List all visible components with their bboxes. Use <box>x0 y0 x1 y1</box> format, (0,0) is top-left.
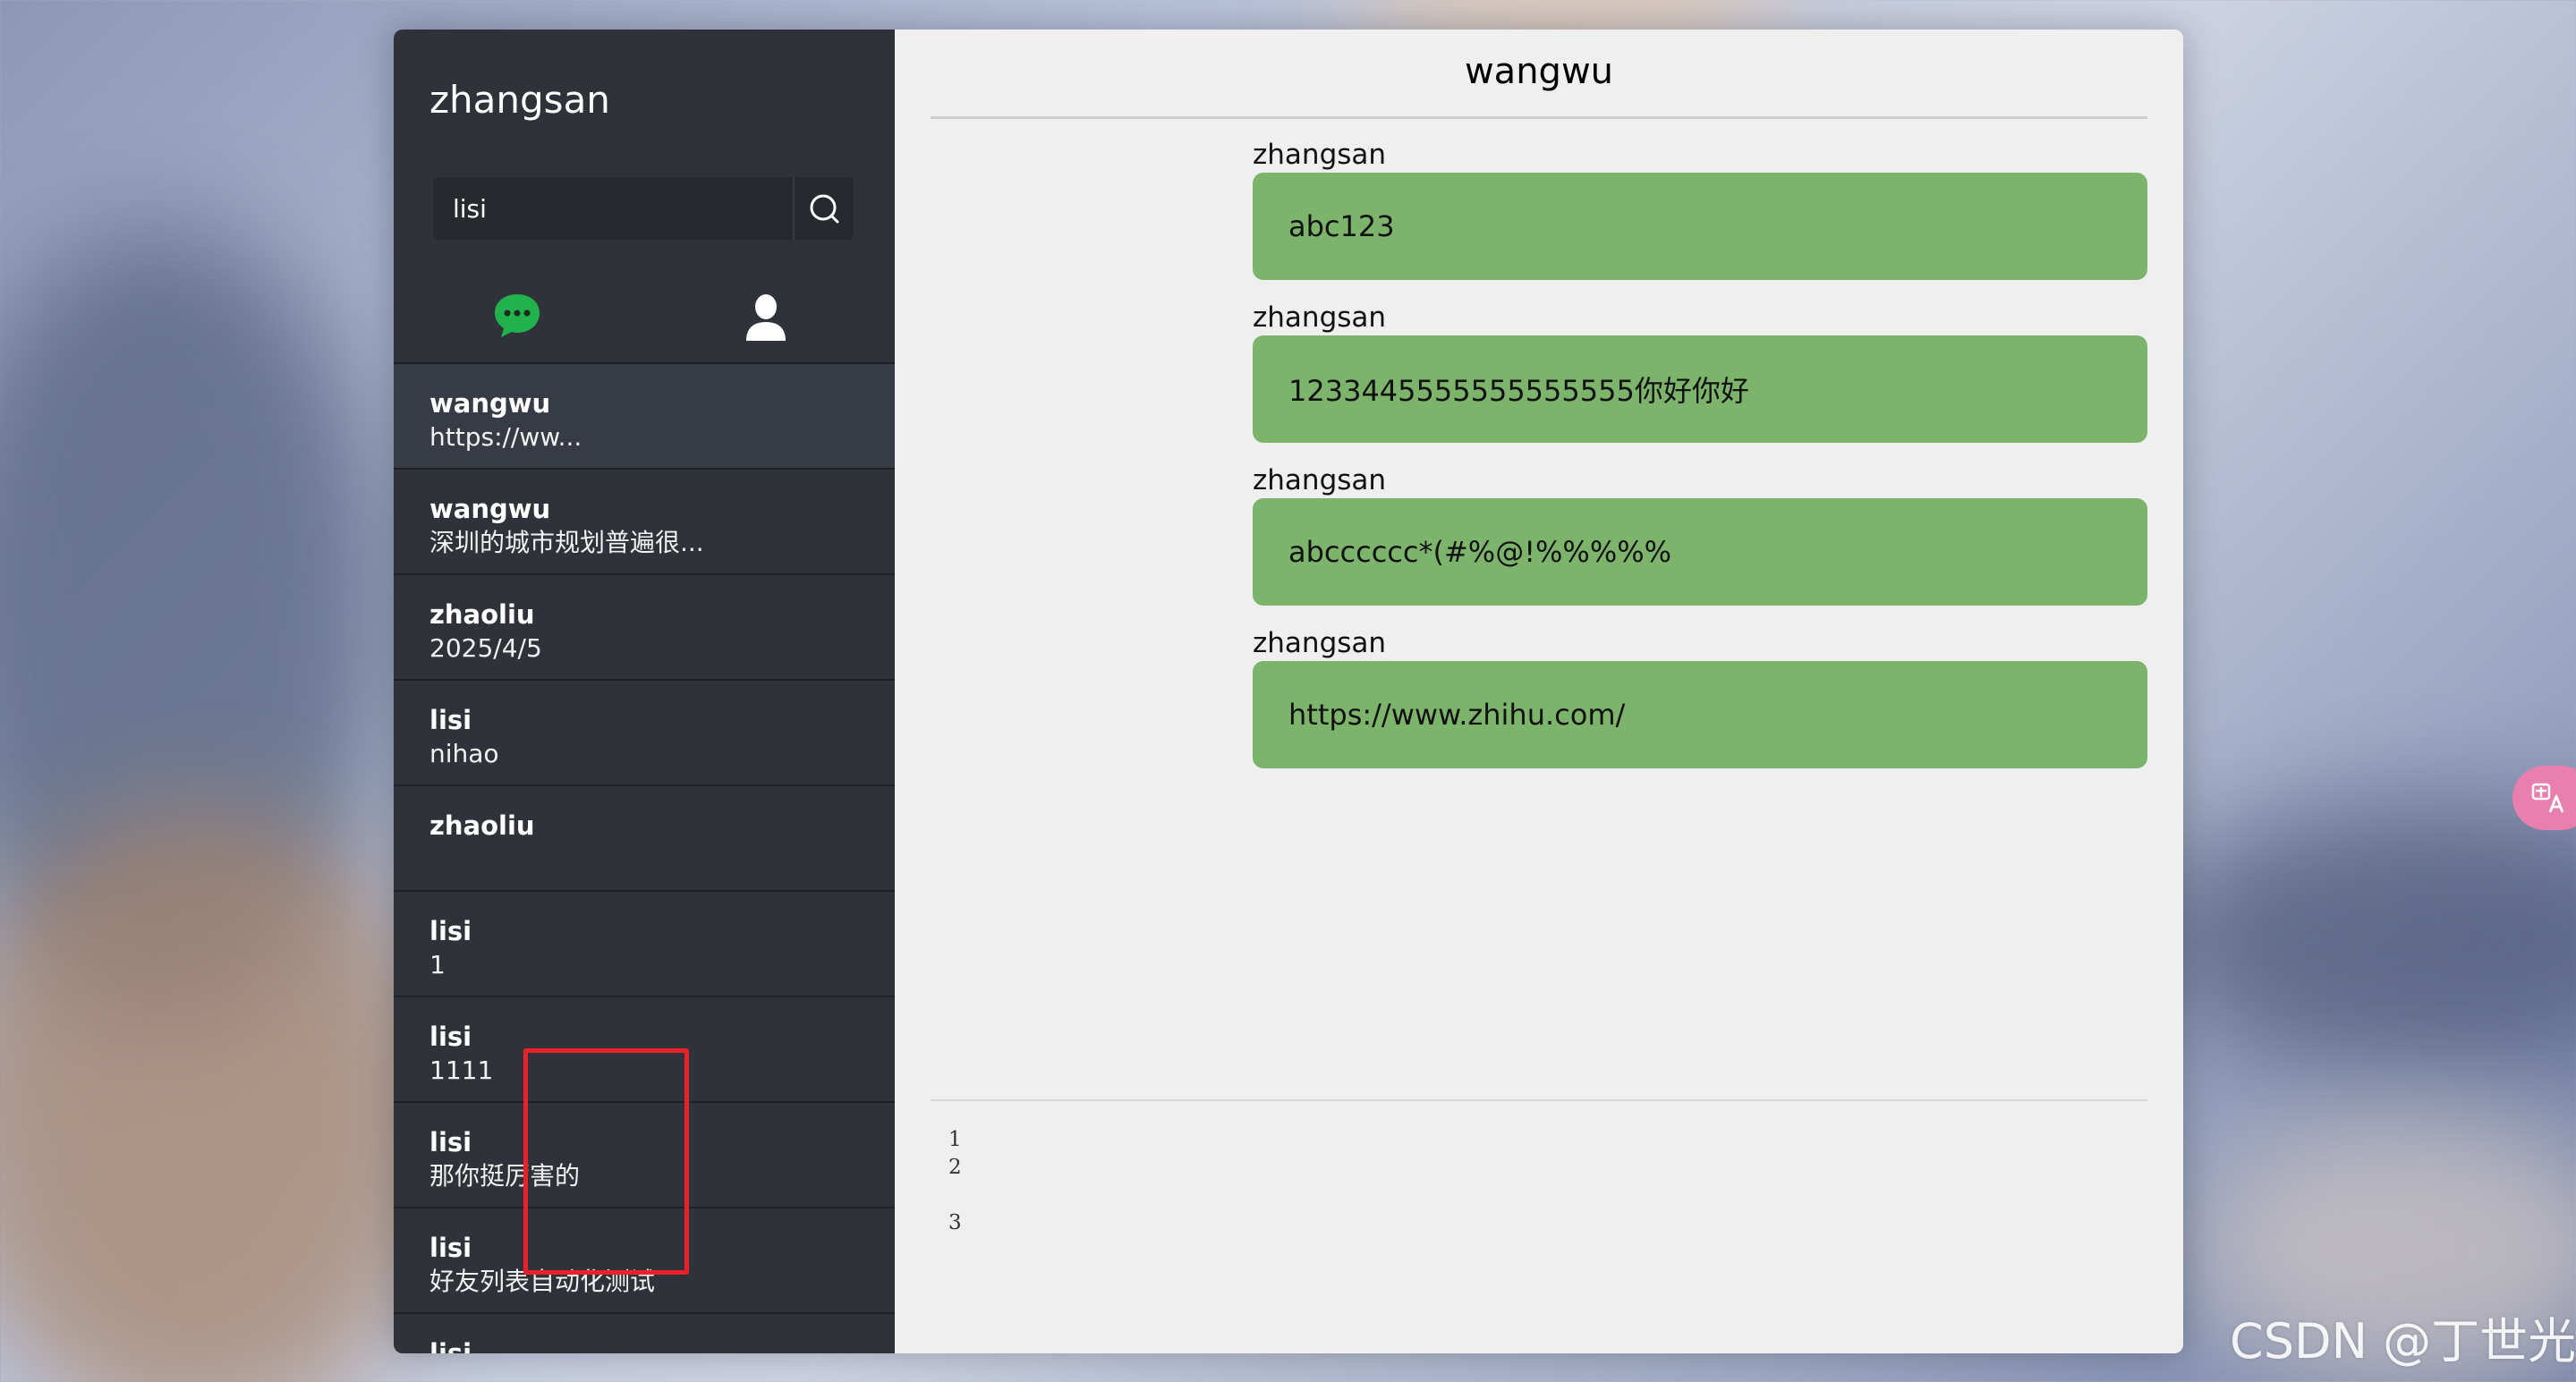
search-box <box>433 176 854 241</box>
background-blur <box>0 805 447 1382</box>
conversation-item[interactable]: wangwu 深圳的城市规划普遍很... <box>394 470 895 575</box>
conversation-name: lisi <box>429 1338 472 1353</box>
message-bubble: abc123 <box>1253 173 2147 280</box>
message-bubble: abcccccc*(#%@!%%%%% <box>1253 498 2147 606</box>
sidebar-nav <box>394 264 895 341</box>
current-user-name: zhangsan <box>429 78 610 122</box>
tab-sessions[interactable] <box>492 291 542 341</box>
message-sender: zhangsan <box>1253 627 1387 659</box>
conversation-name: lisi <box>429 916 472 946</box>
message-bubble: https://www.zhihu.com/ <box>1253 661 2147 768</box>
conversation-preview: 2025/4/5 <box>429 633 542 663</box>
conversation-preview: 深圳的城市规划普遍很... <box>429 528 704 557</box>
conversation-item[interactable]: zhaoliu <box>394 786 895 892</box>
chat-bubble-icon <box>495 294 540 337</box>
search-button[interactable] <box>793 177 854 240</box>
message: zhangsan 1233445555555555555你好你好 <box>1253 300 2147 443</box>
message-sender: zhangsan <box>1253 139 1387 171</box>
watermark: CSDN @丁世光 <box>2230 1313 2576 1369</box>
conversation-item[interactable]: zhaoliu 2025/4/5 <box>394 575 895 681</box>
message-list: zhangsan abc123 zhangsan 123344555555555… <box>1253 137 2147 788</box>
conversation-item[interactable]: lisi <box>394 1314 895 1353</box>
user-icon <box>746 294 786 341</box>
conversation-item[interactable]: wangwu https://ww... <box>394 364 895 470</box>
divider <box>931 116 2147 119</box>
chat-panel: wangwu zhangsan abc123 zhangsan 12334455… <box>895 30 2183 1353</box>
conversation-item[interactable]: lisi nihao <box>394 681 895 786</box>
translate-widget[interactable] <box>2512 766 2576 830</box>
conversation-preview: https://ww... <box>429 422 582 452</box>
message-input[interactable]: 1 2 3 <box>931 1121 1915 1282</box>
conversation-item[interactable]: lisi 1 <box>394 892 895 997</box>
message: zhangsan abcccccc*(#%@!%%%%% <box>1253 462 2147 606</box>
conversation-name: wangwu <box>429 388 551 419</box>
chat-title: wangwu <box>1464 51 1614 92</box>
message-sender: zhangsan <box>1253 301 1387 334</box>
translate-icon <box>2531 783 2564 813</box>
message-bubble: 1233445555555555555你好你好 <box>1253 335 2147 443</box>
search-input[interactable] <box>433 176 793 241</box>
message-sender: zhangsan <box>1253 464 1387 496</box>
conversation-preview: nihao <box>429 739 499 768</box>
background-blur <box>2147 805 2576 1073</box>
message: zhangsan https://www.zhihu.com/ <box>1253 625 2147 768</box>
conversation-name: lisi <box>429 705 472 735</box>
conversation-name: zhaoliu <box>429 599 535 630</box>
message: zhangsan abc123 <box>1253 137 2147 280</box>
highlight-annotation <box>523 1048 689 1275</box>
search-icon <box>810 194 839 224</box>
conversation-name: wangwu <box>429 494 551 524</box>
conversation-name: zhaoliu <box>429 810 535 841</box>
divider <box>931 1099 2147 1101</box>
tab-contacts[interactable] <box>744 293 787 343</box>
conversation-preview: 1 <box>429 950 446 979</box>
